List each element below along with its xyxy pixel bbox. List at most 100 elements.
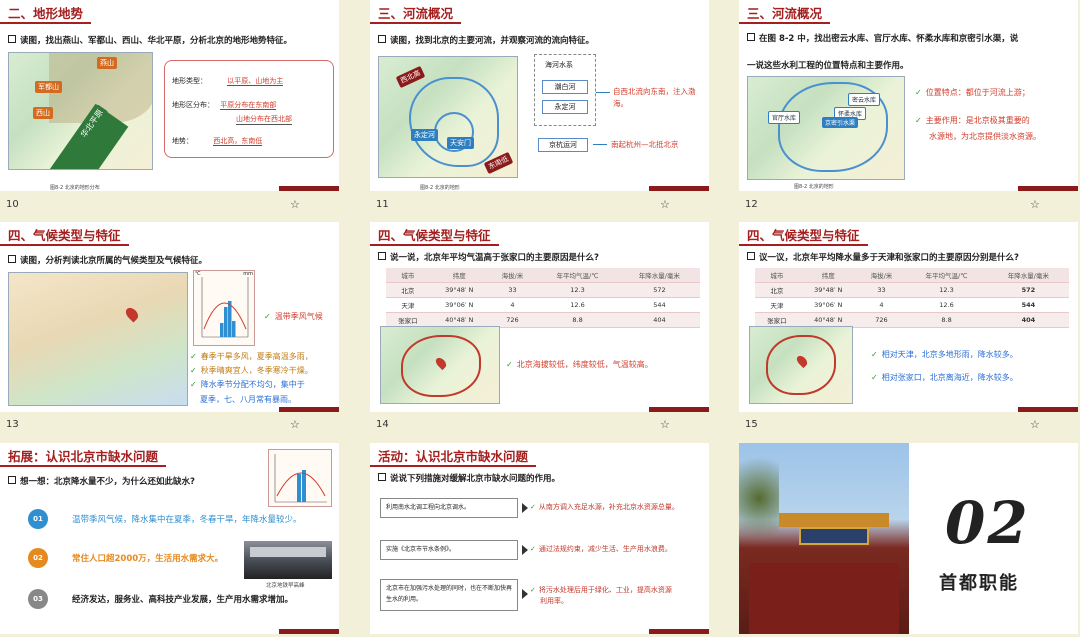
arrow-right-icon <box>522 589 528 599</box>
mini-climate-chart <box>268 449 332 507</box>
slide-title: 拓展：认识北京市缺水问题 <box>0 447 167 467</box>
slide-number-11: 11 <box>376 199 389 210</box>
item-number: 03 <box>28 589 48 609</box>
canal-box: 京杭运河 <box>538 138 588 152</box>
map-tag-jingmi: 京密引水渠 <box>822 117 859 128</box>
slide-accent-bar <box>649 629 709 634</box>
slide-12[interactable]: 三、河流概况 在图 8-2 中，找出密云水库、官厅水库、怀柔水库和京密引水渠，说… <box>739 0 1078 191</box>
terrain-map: 燕山 军都山 西山 华北平原 <box>8 52 153 170</box>
item-text: 经济发达，服务业、高科技产业发展，生产用水需求增加。 <box>72 595 294 605</box>
slide-11[interactable]: 三、河流概况 读图，找到北京的主要河流，并观察河流的流向特征。 西北高 永定河 … <box>370 0 709 191</box>
section-subtitle: 首都职能 <box>939 573 1019 594</box>
terrain-distribution-value2: 山地分布在西北部 <box>236 115 292 125</box>
beijing-map <box>749 326 853 404</box>
climate-table: 城市 纬度 海拔/米 年平均气温/℃ 年降水量/毫米 北京 39°48′ N 33 12.3 5… <box>386 268 700 328</box>
terrain-distribution-row: 地形区分布： 平原分布在东南部 <box>172 100 277 110</box>
map-tag-guanting: 官厅水库 <box>768 111 801 124</box>
slide-question: 读图，分析判读北京所属的气候类型及气候特征。 <box>8 255 207 267</box>
slide-title: 二、地形地势 <box>0 4 92 24</box>
item-text: 温带季风气候，降水集中在夏季，冬春干旱，年降水量较少。 <box>72 515 302 525</box>
slide-title: 四、气候类型与特征 <box>739 226 868 246</box>
climate-feature-4: 夏季，七、八月常有暴雨。 <box>200 395 296 404</box>
river-system-label: 海河水系 <box>545 61 573 69</box>
item-number: 01 <box>28 509 48 529</box>
answer-2: ✓ 相对张家口，北京离海近，降水较多。 <box>871 373 1018 382</box>
slide-title: 三、河流概况 <box>370 4 462 24</box>
slide-number-14: 14 <box>376 419 389 430</box>
gate-photo <box>739 443 909 634</box>
slide-title: 四、气候类型与特征 <box>370 226 499 246</box>
map-tag-yanshan: 燕山 <box>97 57 117 69</box>
reservoir-point-2-cont: 水源地，为北京提供淡水资源。 <box>929 132 1041 141</box>
star-icon[interactable]: ☆ <box>660 198 670 211</box>
item-number: 02 <box>28 548 48 568</box>
arrow-right-icon <box>522 503 528 513</box>
slide-title: 活动：认识北京市缺水问题 <box>370 447 537 467</box>
measure-result: ✓ 从南方调入充足水源，补充北京水资源总量。 <box>530 503 679 511</box>
arrow-right-icon <box>522 545 528 555</box>
river-chaobai: 潮白河 <box>542 80 588 94</box>
slide-question: 议一议，北京年平均降水量多于天津和张家口的主要原因分别是什么? <box>747 252 1019 264</box>
photo-caption: 北京地铁早高峰 <box>266 583 305 589</box>
climate-type: ✓ 温带季风气候 <box>264 312 323 321</box>
slide-number-15: 15 <box>745 419 758 430</box>
slide-title: 四、气候类型与特征 <box>0 226 129 246</box>
climate-graph <box>201 277 249 338</box>
slide-15[interactable]: 四、气候类型与特征 议一议，北京年平均降水量多于天津和张家口的主要原因分别是什么… <box>739 222 1078 412</box>
climate-feature-3: ✓ 降水季节分配不均匀，集中于 <box>190 380 305 389</box>
climate-graph <box>274 454 327 503</box>
chart-axis-right: mm <box>243 271 253 277</box>
slide-14[interactable]: 四、气候类型与特征 说一说，北京年平均气温高于张家口的主要原因是什么? 城市 纬度… <box>370 222 709 412</box>
measure-box: 实施《北京市节水条例》。 <box>380 540 518 560</box>
item-text: 常住人口超2000万，生活用水需求大。 <box>72 554 224 564</box>
answer-1: ✓ 相对天津，北京多地形雨，降水较多。 <box>871 350 1018 359</box>
slide-accent-bar <box>279 407 339 412</box>
slide-number-12: 12 <box>745 199 758 210</box>
climate-feature-1: ✓ 春季干旱多风，夏季高温多雨， <box>190 352 313 361</box>
slide-number-10: 10 <box>6 199 19 210</box>
star-icon[interactable]: ☆ <box>290 418 300 431</box>
answer-text: ✓ 北京海拔较低，纬度较低，气温较高。 <box>506 360 653 369</box>
slide-accent-bar <box>649 186 709 191</box>
map-tag-jundushan: 军都山 <box>35 81 62 93</box>
climate-chart: ℃ mm <box>193 270 255 346</box>
slide-question: 读图，找出燕山、军都山、西山、华北平原，分析北京的地形地势特征。 <box>8 35 292 47</box>
slide-10[interactable]: 二、地形地势 读图，找出燕山、军都山、西山、华北平原，分析北京的地形地势特征。 … <box>0 0 339 191</box>
slide-18[interactable]: 02 首都职能 <box>739 443 1078 634</box>
map-caption: 图8-2 北京的地形分布 <box>50 185 100 191</box>
reservoir-map: 官厅水库 怀柔水库 京密引水渠 密云水库 <box>747 76 905 180</box>
star-icon[interactable]: ☆ <box>660 418 670 431</box>
terrain-slope-row: 地势： 西北高，东南低 <box>172 136 263 146</box>
slide-accent-bar <box>1018 407 1078 412</box>
table-row: 天津 39°06′ N 4 12.6 544 <box>755 297 1069 313</box>
star-icon[interactable]: ☆ <box>290 198 300 211</box>
map-tag-xishan: 西山 <box>33 107 53 119</box>
slide-question: 说说下列措施对缓解北京市缺水问题的作用。 <box>378 473 560 485</box>
slide-16[interactable]: 拓展：认识北京市缺水问题 想一想：北京降水量不少，为什么还如此缺水? 01 温带… <box>0 443 339 634</box>
terrain-slope-value: 西北高，东南低 <box>213 137 263 146</box>
table-row: 北京 39°48′ N 33 12.3 572 <box>755 282 1069 298</box>
river-yongding: 永定河 <box>542 100 588 114</box>
slide-accent-bar <box>279 186 339 191</box>
terrain-distribution-label: 地形区分布： <box>172 101 214 109</box>
river-map: 西北高 永定河 东南低 天安门 <box>378 56 518 178</box>
star-icon[interactable]: ☆ <box>1030 418 1040 431</box>
list-item: 01 温带季风气候，降水集中在夏季，冬春干旱，年降水量较少。 <box>0 506 332 532</box>
subway-photo <box>244 541 332 579</box>
map-tag-tiananmen: 天安门 <box>447 137 474 149</box>
reservoir-point-1: ✓ 位置特点：都位于河流上游； <box>915 88 1030 97</box>
slide-17[interactable]: 活动：认识北京市缺水问题 说说下列措施对缓解北京市缺水问题的作用。 利用南水北调… <box>370 443 709 634</box>
map-caption: 图8-2 北京的地形 <box>794 184 834 190</box>
reservoir-point-2: ✓ 主要作用：是北京极其重要的 <box>915 116 1030 125</box>
table-row: 北京 39°48′ N 33 12.3 572 <box>386 282 700 298</box>
measure-result-cont: 利用率。 <box>540 597 568 605</box>
measure-box: 北京市在加强污水处理的同时，也在不断加快再生水的利用。 <box>380 579 518 611</box>
slide-question: 想一想：北京降水量不少，为什么还如此缺水? <box>8 476 195 488</box>
slide-question: 读图，找到北京的主要河流，并观察河流的流向特征。 <box>378 35 594 47</box>
star-icon[interactable]: ☆ <box>1030 198 1040 211</box>
measure-result: ✓ 通过法规约束，减少生活、生产用水浪费。 <box>530 545 672 553</box>
slide-13[interactable]: 四、气候类型与特征 读图，分析判读北京所属的气候类型及气候特征。 ℃ mm ✓ 温… <box>0 222 339 412</box>
table-header-row: 城市 纬度 海拔/米 年平均气温/℃ 年降水量/毫米 <box>755 268 1069 283</box>
list-item: 03 经济发达，服务业、高科技产业发展，生产用水需求增加。 <box>0 586 332 612</box>
slide-accent-bar <box>279 629 339 634</box>
